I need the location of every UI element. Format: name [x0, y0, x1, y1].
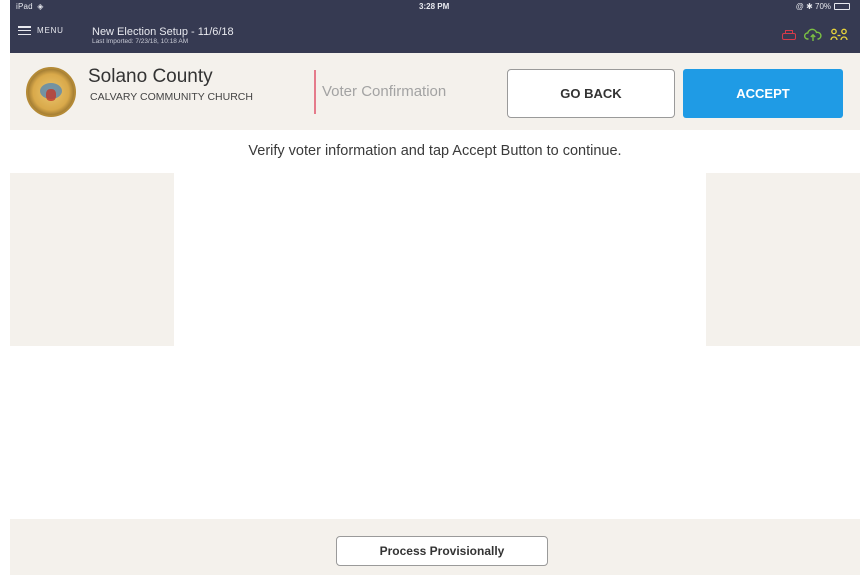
printer-icon[interactable]	[782, 29, 796, 41]
county-header: Solano County CALVARY COMMUNITY CHURCH V…	[10, 53, 860, 130]
last-imported-text: Last Imported: 7/23/18, 10:18 AM	[92, 38, 189, 45]
battery-icon	[834, 3, 850, 10]
cloud-upload-icon[interactable]	[804, 28, 822, 42]
election-setup-title: New Election Setup - 11/6/18	[92, 26, 234, 38]
battery-text: @ ✱ 70%	[795, 2, 831, 11]
menu-button[interactable]: MENU	[18, 26, 64, 35]
screen-title: Voter Confirmation	[322, 83, 447, 100]
menu-label: MENU	[37, 26, 64, 35]
status-icons	[782, 28, 848, 42]
device-sync-icon[interactable]	[830, 28, 848, 42]
status-time: 3:28 PM	[419, 2, 450, 11]
go-back-button[interactable]: GO BACK	[507, 69, 675, 118]
hamburger-icon	[18, 26, 31, 35]
process-provisionally-button[interactable]: Process Provisionally	[336, 536, 548, 566]
device-label: iPad	[16, 2, 33, 11]
footer-bar: Process Provisionally	[10, 519, 860, 575]
header-divider	[314, 70, 316, 114]
voter-info-panel	[174, 173, 706, 346]
accept-button[interactable]: ACCEPT	[683, 69, 843, 118]
status-battery: @ ✱ 70%	[796, 2, 850, 11]
county-seal-logo	[26, 67, 76, 117]
status-device: iPad ◈	[16, 2, 44, 11]
top-bar: iPad ◈ 3:28 PM @ ✱ 70% MENU New Election…	[10, 0, 860, 53]
polling-site-name: CALVARY COMMUNITY CHURCH	[90, 91, 253, 103]
wifi-icon: ◈	[37, 2, 44, 11]
county-name: Solano County	[88, 66, 213, 87]
instruction-text: Verify voter information and tap Accept …	[248, 143, 622, 159]
